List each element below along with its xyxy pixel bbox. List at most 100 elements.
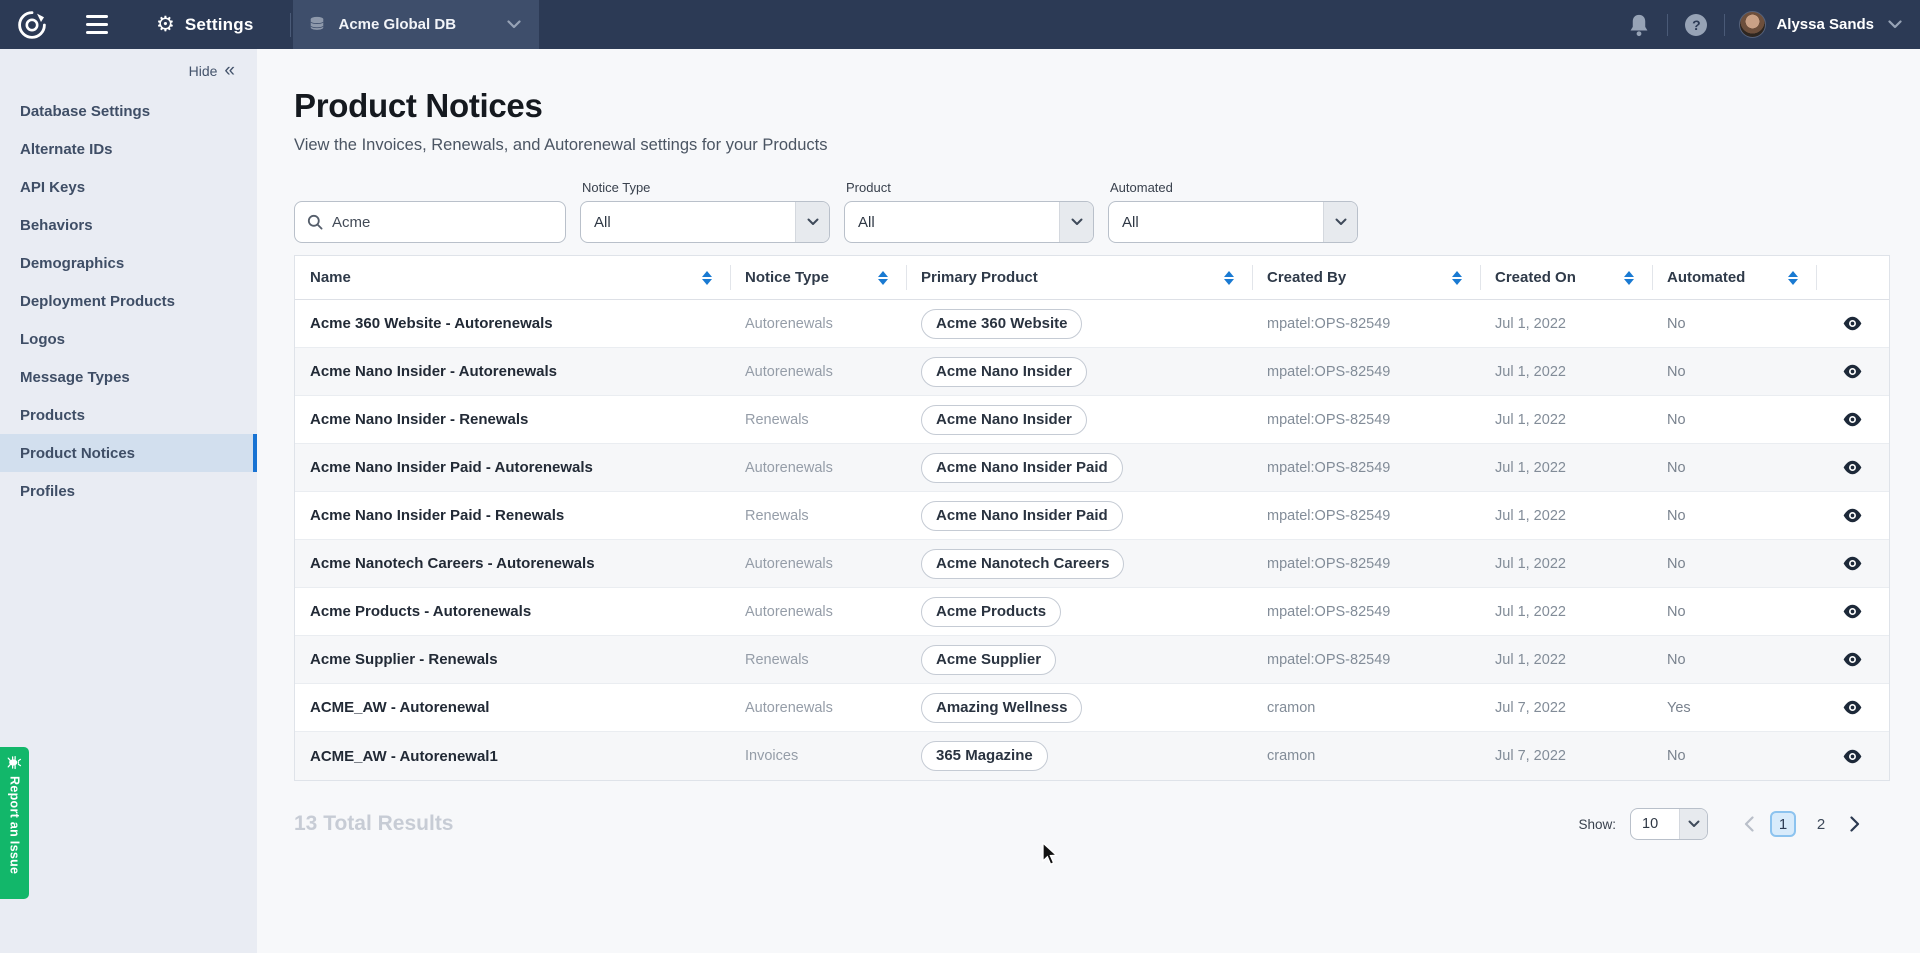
search-box [294, 201, 566, 243]
view-notice-button[interactable] [1843, 508, 1862, 523]
view-notice-button[interactable] [1843, 749, 1862, 764]
view-notice-button[interactable] [1843, 700, 1862, 715]
avatar[interactable] [1739, 11, 1766, 38]
eye-icon [1843, 364, 1862, 379]
eye-icon [1843, 316, 1862, 331]
sidebar-item-logos[interactable]: Logos [0, 320, 257, 358]
double-chevron-left-icon: « [224, 64, 235, 78]
sidebar-item-behaviors[interactable]: Behaviors [0, 206, 257, 244]
sidebar-item-product-notices[interactable]: Product Notices [0, 434, 257, 472]
view-notice-button[interactable] [1843, 652, 1862, 667]
view-notice-button[interactable] [1843, 316, 1862, 331]
search-input[interactable] [332, 214, 553, 231]
cell-actions [1816, 700, 1889, 715]
primary-product-pill[interactable]: Acme Nano Insider Paid [921, 501, 1123, 531]
table-row: Acme Products - AutorenewalsAutorenewals… [295, 588, 1889, 636]
sidebar-item-profiles[interactable]: Profiles [0, 472, 257, 510]
sidebar-item-database-settings[interactable]: Database Settings [0, 92, 257, 130]
sidebar-item-message-types[interactable]: Message Types [0, 358, 257, 396]
cell-name: Acme Nano Insider - Renewals [295, 411, 730, 428]
cell-created-on: Jul 1, 2022 [1480, 604, 1652, 620]
primary-product-pill[interactable]: Acme Nano Insider Paid [921, 453, 1123, 483]
sort-up-arrow [1224, 271, 1234, 277]
cell-automated: Yes [1652, 700, 1816, 716]
page-button-2[interactable]: 2 [1808, 811, 1834, 837]
sidebar-item-demographics[interactable]: Demographics [0, 244, 257, 282]
brand-logo-icon[interactable] [0, 10, 64, 40]
hamburger-menu-icon[interactable] [86, 15, 108, 34]
view-notice-button[interactable] [1843, 604, 1862, 619]
chevron-down-icon [1323, 202, 1357, 242]
report-an-issue-button[interactable]: Report an Issue [0, 747, 29, 899]
filter-select-product[interactable]: All [844, 201, 1094, 243]
database-selector[interactable]: Acme Global DB [293, 0, 539, 49]
settings-label: Settings [185, 15, 254, 35]
cell-actions [1816, 412, 1889, 427]
table-row: Acme Nano Insider - RenewalsRenewalsAcme… [295, 396, 1889, 444]
sidebar-item-deployment-products[interactable]: Deployment Products [0, 282, 257, 320]
sidebar-hide-button[interactable]: Hide « [0, 49, 257, 79]
sort-down-arrow [1452, 279, 1462, 285]
eye-icon [1843, 556, 1862, 571]
view-notice-button[interactable] [1843, 460, 1862, 475]
sort-icon[interactable] [1452, 271, 1462, 285]
sort-icon[interactable] [878, 271, 888, 285]
cell-automated: No [1652, 556, 1816, 572]
cell-notice-type: Renewals [730, 508, 906, 524]
page-button-1[interactable]: 1 [1770, 811, 1796, 837]
settings-sidebar: Hide « Database SettingsAlternate IDsAPI… [0, 49, 257, 953]
primary-product-pill[interactable]: Acme Supplier [921, 645, 1056, 675]
cell-created-on: Jul 1, 2022 [1480, 316, 1652, 332]
sort-icon[interactable] [702, 271, 712, 285]
sidebar-item-alternate-ids[interactable]: Alternate IDs [0, 130, 257, 168]
sort-icon[interactable] [1224, 271, 1234, 285]
filter-select-notice-type[interactable]: All [580, 201, 830, 243]
cell-primary-product: 365 Magazine [906, 741, 1252, 771]
settings-nav[interactable]: ⚙ Settings [156, 14, 254, 35]
user-menu-chevron-icon[interactable] [1888, 20, 1902, 29]
primary-product-pill[interactable]: Acme Nanotech Careers [921, 549, 1124, 579]
help-button[interactable]: ? [1676, 14, 1716, 36]
primary-product-pill[interactable]: Acme Products [921, 597, 1061, 627]
column-header-label: Notice Type [745, 269, 829, 286]
footer-right: Show: 10 12 [1578, 808, 1890, 840]
sort-icon[interactable] [1788, 271, 1798, 285]
sort-up-arrow [702, 271, 712, 277]
view-notice-button[interactable] [1843, 364, 1862, 379]
primary-product-pill[interactable]: Amazing Wellness [921, 693, 1082, 723]
sort-icon[interactable] [1624, 271, 1634, 285]
primary-product-pill[interactable]: Acme Nano Insider [921, 357, 1087, 387]
pagination: 12 [1740, 811, 1864, 837]
sidebar-item-products[interactable]: Products [0, 396, 257, 434]
cell-created-by: mpatel:OPS-82549 [1252, 364, 1480, 380]
cell-primary-product: Acme Nano Insider Paid [906, 501, 1252, 531]
page-size-select[interactable]: 10 [1630, 808, 1708, 840]
user-name: Alyssa Sands [1776, 16, 1874, 33]
filter-select-automated[interactable]: All [1108, 201, 1358, 243]
primary-product-pill[interactable]: Acme 360 Website [921, 309, 1082, 339]
cell-created-by: mpatel:OPS-82549 [1252, 652, 1480, 668]
eye-icon [1843, 460, 1862, 475]
prev-page-button[interactable] [1740, 816, 1758, 832]
page-subtitle: View the Invoices, Renewals, and Autoren… [294, 136, 828, 155]
primary-product-pill[interactable]: Acme Nano Insider [921, 405, 1087, 435]
cell-created-on: Jul 1, 2022 [1480, 412, 1652, 428]
column-header-primary-product: Primary Product [906, 256, 1252, 299]
show-label: Show: [1578, 817, 1616, 832]
product-notices-table: NameNotice TypePrimary ProductCreated By… [294, 255, 1890, 781]
cell-name: ACME_AW - Autorenewal [295, 699, 730, 716]
primary-product-pill[interactable]: 365 Magazine [921, 741, 1048, 771]
cell-name: Acme Nano Insider Paid - Autorenewals [295, 459, 730, 476]
view-notice-button[interactable] [1843, 556, 1862, 571]
filter-group-product: ProductAll [844, 180, 1094, 243]
notifications-button[interactable] [1619, 13, 1659, 37]
view-notice-button[interactable] [1843, 412, 1862, 427]
table-row: ACME_AW - Autorenewal1Invoices365 Magazi… [295, 732, 1889, 780]
topbar-separator [1667, 14, 1668, 36]
next-page-button[interactable] [1846, 816, 1864, 832]
sort-down-arrow [1788, 279, 1798, 285]
sidebar-item-api-keys[interactable]: API Keys [0, 168, 257, 206]
page-numbers: 12 [1770, 811, 1834, 837]
cell-notice-type: Renewals [730, 652, 906, 668]
cell-created-by: mpatel:OPS-82549 [1252, 508, 1480, 524]
